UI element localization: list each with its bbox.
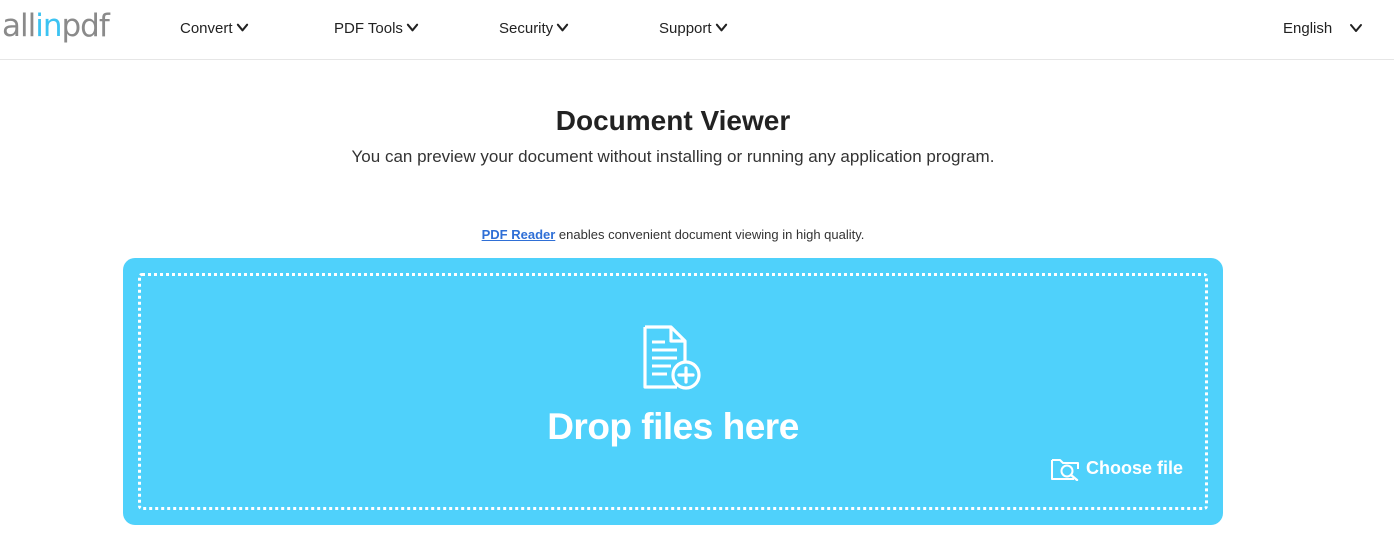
chevron-down-icon bbox=[1350, 24, 1363, 32]
nav-security-label: Security bbox=[499, 19, 554, 37]
file-dropzone[interactable]: Drop files here Choose file bbox=[123, 258, 1223, 525]
chevron-down-icon bbox=[236, 23, 248, 32]
nav-support-label: Support bbox=[659, 19, 712, 37]
top-header: allinpdf Convert PDF Tools Security Supp… bbox=[0, 0, 1394, 60]
choose-file-label: Choose file bbox=[1086, 457, 1184, 478]
chevron-down-icon bbox=[406, 23, 419, 32]
nav-pdf-tools-label: PDF Tools bbox=[334, 19, 403, 37]
logo-text-pdf: pdf bbox=[61, 8, 110, 44]
nav-support[interactable]: Support bbox=[659, 17, 728, 39]
pdf-reader-text: enables convenient document viewing in h… bbox=[555, 227, 865, 242]
dropzone-dotted-border bbox=[138, 273, 1208, 510]
chevron-down-icon bbox=[557, 23, 569, 32]
nav-convert-label: Convert bbox=[180, 19, 233, 37]
nav-security[interactable]: Security bbox=[499, 17, 569, 39]
nav-convert[interactable]: Convert bbox=[180, 17, 249, 39]
logo-text-in: in bbox=[35, 8, 62, 44]
logo-text-all: all bbox=[2, 8, 36, 44]
nav-pdf-tools[interactable]: PDF Tools bbox=[334, 17, 419, 39]
drop-files-text: Drop files here bbox=[547, 406, 799, 447]
pdf-reader-description: PDF Reader enables convenient document v… bbox=[0, 226, 1346, 244]
allinpdf-logo[interactable]: allinpdf bbox=[2, 6, 110, 46]
chevron-down-icon bbox=[715, 23, 727, 32]
page-subtitle: You can preview your document without in… bbox=[351, 147, 995, 166]
file-add-icon bbox=[643, 325, 701, 390]
folder-search-icon bbox=[1051, 459, 1079, 481]
choose-file-button[interactable]: Choose file bbox=[1050, 454, 1183, 482]
pdf-reader-link[interactable]: PDF Reader bbox=[482, 227, 556, 242]
page-title: Document Viewer bbox=[555, 105, 791, 136]
language-selector[interactable]: English bbox=[1283, 17, 1363, 39]
language-label: English bbox=[1283, 19, 1333, 37]
